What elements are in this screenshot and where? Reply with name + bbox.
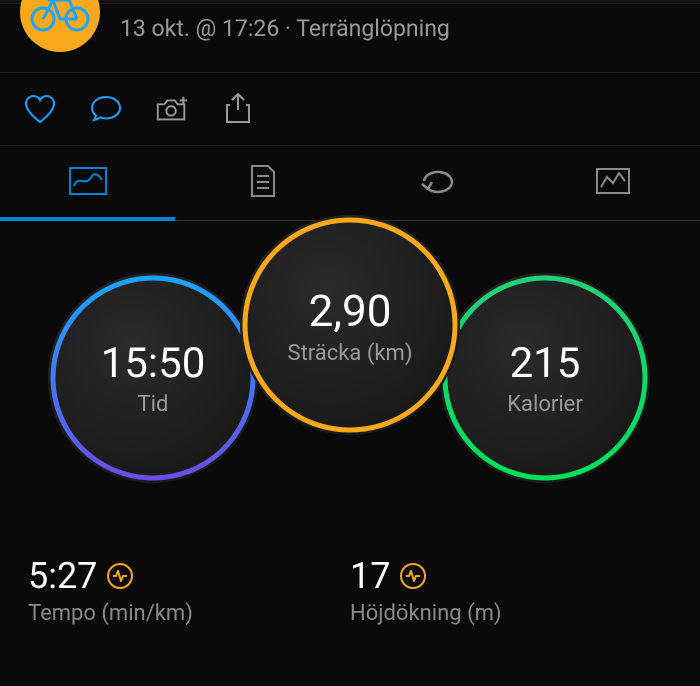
gauge-distance[interactable]: 2,90 Sträcka (km) bbox=[240, 215, 460, 435]
share-button[interactable] bbox=[220, 91, 256, 127]
tab-charts[interactable] bbox=[525, 146, 700, 220]
gauge-calories[interactable]: 215 Kalorier bbox=[440, 273, 650, 483]
activity-subtitle: 13 okt. @ 17:26 · Terränglöpning bbox=[120, 15, 450, 42]
stat-pace[interactable]: 5:27 Tempo (min/km) bbox=[28, 555, 350, 626]
action-bar bbox=[0, 73, 700, 146]
heart-icon bbox=[23, 94, 57, 124]
map-icon bbox=[68, 166, 108, 196]
gauge-calories-ring bbox=[440, 273, 650, 483]
like-button[interactable] bbox=[22, 91, 58, 127]
camera-button[interactable] bbox=[154, 91, 190, 127]
stat-pace-value: 5:27 bbox=[28, 555, 97, 597]
stats-row: 5:27 Tempo (min/km) 17 Höjdökning (m) bbox=[0, 525, 700, 626]
tab-list[interactable] bbox=[175, 146, 350, 220]
gauge-time[interactable]: 15:50 Tid bbox=[48, 273, 258, 483]
stat-elevation-value: 17 bbox=[350, 555, 390, 597]
tab-bar bbox=[0, 146, 700, 221]
tab-map[interactable] bbox=[0, 146, 175, 220]
comment-button[interactable] bbox=[88, 91, 124, 127]
bike-icon bbox=[29, 0, 91, 32]
pulse-icon bbox=[107, 563, 133, 589]
pulse-icon bbox=[400, 563, 426, 589]
share-icon bbox=[224, 92, 252, 126]
gauge-distance-ring bbox=[240, 215, 460, 435]
tab-indicator bbox=[0, 217, 175, 221]
loop-icon bbox=[418, 168, 458, 194]
chart-icon bbox=[595, 167, 631, 195]
document-icon bbox=[248, 164, 278, 198]
gauges-panel: 15:50 Tid 215 Kalorier 2,90 Sträcka (km) bbox=[0, 225, 700, 525]
camera-plus-icon bbox=[154, 94, 190, 124]
stat-elevation[interactable]: 17 Höjdökning (m) bbox=[350, 555, 672, 626]
activity-header: 13 okt. @ 17:26 · Terränglöpning bbox=[0, 4, 700, 73]
comment-icon bbox=[89, 94, 123, 124]
stat-pace-label: Tempo (min/km) bbox=[28, 601, 350, 626]
tab-laps[interactable] bbox=[350, 146, 525, 220]
stat-elevation-label: Höjdökning (m) bbox=[350, 601, 672, 626]
avatar[interactable] bbox=[20, 0, 100, 52]
gauge-time-ring bbox=[48, 273, 258, 483]
